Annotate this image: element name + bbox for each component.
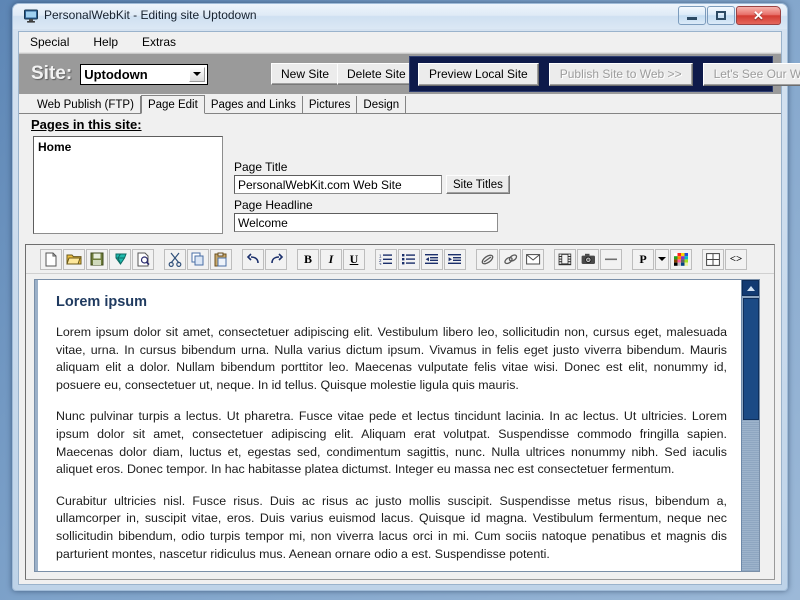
pages-in-site-heading: Pages in this site: bbox=[31, 117, 142, 132]
maximize-button[interactable] bbox=[707, 6, 735, 25]
insert-table-icon[interactable] bbox=[702, 248, 724, 270]
page-edit-panel: Pages in this site: Home Page Title Pers… bbox=[19, 114, 781, 242]
site-select-value: Uptodown bbox=[84, 66, 148, 82]
close-icon: ✕ bbox=[753, 8, 764, 23]
page-headline-input[interactable]: Welcome bbox=[234, 213, 498, 232]
document-paragraph: Lorem ipsum dolor sit amet, consectetuer… bbox=[56, 325, 727, 392]
open-folder-icon[interactable] bbox=[63, 248, 85, 270]
preview-local-site-button[interactable]: Preview Local Site bbox=[418, 62, 539, 86]
insert-link-icon[interactable] bbox=[476, 248, 498, 270]
new-document-icon[interactable] bbox=[40, 248, 62, 270]
title-bar: PersonalWebKit - Editing site Uptodown ✕ bbox=[13, 4, 787, 29]
chevron-down-icon[interactable] bbox=[189, 66, 206, 82]
page-title-label: Page Title bbox=[234, 160, 288, 174]
desktop-background: PersonalWebKit - Editing site Uptodown ✕… bbox=[0, 0, 800, 600]
indent-icon[interactable] bbox=[444, 248, 466, 270]
menu-item-help[interactable]: Help bbox=[90, 33, 121, 51]
document-heading: Lorem ipsum bbox=[56, 294, 148, 310]
underline-icon[interactable]: U bbox=[343, 248, 365, 270]
scrollbar-track[interactable] bbox=[742, 420, 759, 571]
publish-site-to-web-button[interactable]: Publish Site to Web >> bbox=[548, 62, 693, 86]
cut-scissors-icon[interactable] bbox=[164, 248, 186, 270]
menu-item-extras[interactable]: Extras bbox=[139, 33, 179, 51]
html-source-icon[interactable]: <> bbox=[725, 248, 747, 270]
gem-icon[interactable] bbox=[109, 248, 131, 270]
color-palette-icon[interactable] bbox=[670, 248, 692, 270]
window-title: PersonalWebKit - Editing site Uptodown bbox=[44, 8, 257, 22]
print-preview-icon[interactable] bbox=[132, 248, 154, 270]
document-paragraph: Nunc pulvinar turpis a lectus. Ut pharet… bbox=[56, 409, 727, 477]
page-headline-label: Page Headline bbox=[234, 198, 313, 212]
horizontal-rule-icon[interactable] bbox=[600, 248, 622, 270]
document-paragraph: Curabitur ultricies nisl. Fusce risus. D… bbox=[56, 493, 727, 561]
email-link-icon[interactable] bbox=[522, 248, 544, 270]
copy-icon[interactable] bbox=[187, 248, 209, 270]
minimize-button[interactable] bbox=[678, 6, 706, 25]
site-titles-button[interactable]: Site Titles bbox=[446, 175, 510, 194]
window-controls: ✕ bbox=[678, 6, 781, 25]
camera-image-icon[interactable] bbox=[577, 248, 599, 270]
paragraph-style-icon[interactable]: P bbox=[632, 248, 654, 270]
site-select[interactable]: Uptodown bbox=[80, 63, 209, 85]
outdent-icon[interactable] bbox=[421, 248, 443, 270]
save-disk-icon[interactable] bbox=[86, 248, 108, 270]
client-area: Special Help Extras Site: Uptodown New S… bbox=[18, 31, 800, 585]
minimize-icon bbox=[687, 17, 697, 20]
document-body[interactable]: Lorem ipsum Lorem ipsum dolor sit amet, … bbox=[35, 280, 741, 571]
new-site-button[interactable]: New Site bbox=[271, 63, 340, 85]
maximize-icon bbox=[716, 11, 726, 20]
application-window: PersonalWebKit - Editing site Uptodown ✕… bbox=[12, 3, 800, 591]
tab-strip: Web Publish (FTP) Page Edit Pages and Li… bbox=[19, 94, 781, 114]
numbered-list-icon[interactable]: 123 bbox=[375, 248, 397, 270]
undo-arrow-icon[interactable] bbox=[242, 248, 264, 270]
publish-panel: Preview Local Site Publish Site to Web >… bbox=[409, 56, 800, 92]
remove-link-icon[interactable] bbox=[499, 248, 521, 270]
tab-web-publish-ftp[interactable]: Web Publish (FTP) bbox=[31, 96, 141, 113]
editor-content-area[interactable]: Lorem ipsum Lorem ipsum dolor sit amet, … bbox=[34, 279, 760, 572]
site-toolbar: Site: Uptodown New Site Delete Site Prev… bbox=[19, 53, 800, 94]
pages-list[interactable]: Home bbox=[33, 136, 223, 234]
italic-icon[interactable]: I bbox=[320, 248, 342, 270]
tab-page-edit[interactable]: Page Edit bbox=[140, 95, 205, 114]
tab-pictures[interactable]: Pictures bbox=[303, 96, 358, 113]
paragraph-style-dropdown-icon[interactable] bbox=[655, 248, 669, 270]
menu-item-special[interactable]: Special bbox=[27, 33, 72, 51]
svg-text:3: 3 bbox=[379, 262, 382, 265]
scroll-up-icon[interactable] bbox=[742, 280, 759, 296]
redo-arrow-icon[interactable] bbox=[265, 248, 287, 270]
site-label: Site: bbox=[31, 63, 73, 84]
delete-site-button[interactable]: Delete Site bbox=[337, 63, 416, 85]
list-item[interactable]: Home bbox=[38, 140, 222, 154]
scrollbar-thumb[interactable] bbox=[743, 298, 759, 420]
tab-design[interactable]: Design bbox=[357, 96, 407, 113]
editor-toolbar: B I U 123 P <> bbox=[26, 245, 774, 274]
tab-pages-and-links[interactable]: Pages and Links bbox=[205, 96, 303, 113]
visit-web-site-button[interactable]: Let's See Our Web Site bbox=[702, 62, 800, 86]
editor-panel: B I U 123 P <> Lorem ipsum Lorem ipsum d… bbox=[25, 244, 775, 580]
bulleted-list-icon[interactable] bbox=[398, 248, 420, 270]
film-media-icon[interactable] bbox=[554, 248, 576, 270]
paste-clipboard-icon[interactable] bbox=[210, 248, 232, 270]
page-title-input[interactable]: PersonalWebKit.com Web Site bbox=[234, 175, 442, 194]
vertical-scrollbar[interactable] bbox=[741, 280, 759, 571]
close-button[interactable]: ✕ bbox=[736, 6, 781, 25]
app-monitor-icon bbox=[23, 8, 39, 24]
bold-icon[interactable]: B bbox=[297, 248, 319, 270]
menu-bar: Special Help Extras bbox=[19, 32, 781, 53]
